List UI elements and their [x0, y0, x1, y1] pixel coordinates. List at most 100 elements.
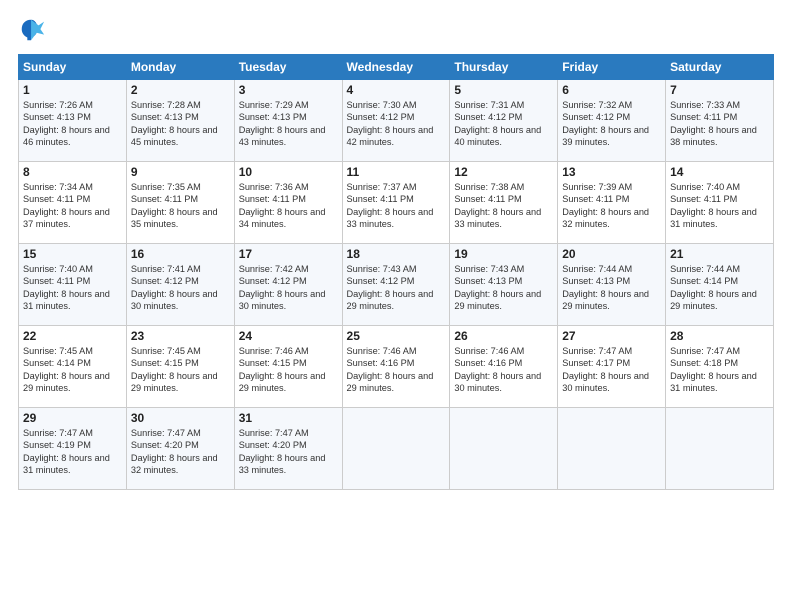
calendar-week-5: 29 Sunrise: 7:47 AMSunset: 4:19 PMDaylig… [19, 408, 774, 490]
calendar-header-row: SundayMondayTuesdayWednesdayThursdayFrid… [19, 55, 774, 80]
calendar-cell: 26 Sunrise: 7:46 AMSunset: 4:16 PMDaylig… [450, 326, 558, 408]
calendar-week-3: 15 Sunrise: 7:40 AMSunset: 4:11 PMDaylig… [19, 244, 774, 326]
col-header-tuesday: Tuesday [234, 55, 342, 80]
calendar-cell: 25 Sunrise: 7:46 AMSunset: 4:16 PMDaylig… [342, 326, 450, 408]
calendar-cell: 10 Sunrise: 7:36 AMSunset: 4:11 PMDaylig… [234, 162, 342, 244]
day-number: 8 [23, 165, 122, 179]
day-number: 14 [670, 165, 769, 179]
day-number: 10 [239, 165, 338, 179]
day-number: 9 [131, 165, 230, 179]
calendar-cell: 11 Sunrise: 7:37 AMSunset: 4:11 PMDaylig… [342, 162, 450, 244]
cell-content: Sunrise: 7:34 AMSunset: 4:11 PMDaylight:… [23, 181, 122, 231]
day-number: 4 [347, 83, 446, 97]
calendar-cell: 22 Sunrise: 7:45 AMSunset: 4:14 PMDaylig… [19, 326, 127, 408]
calendar-table: SundayMondayTuesdayWednesdayThursdayFrid… [18, 54, 774, 490]
day-number: 13 [562, 165, 661, 179]
day-number: 6 [562, 83, 661, 97]
calendar-cell: 7 Sunrise: 7:33 AMSunset: 4:11 PMDayligh… [666, 80, 774, 162]
day-number: 1 [23, 83, 122, 97]
cell-content: Sunrise: 7:46 AMSunset: 4:16 PMDaylight:… [347, 345, 446, 395]
calendar-cell: 5 Sunrise: 7:31 AMSunset: 4:12 PMDayligh… [450, 80, 558, 162]
calendar-cell: 20 Sunrise: 7:44 AMSunset: 4:13 PMDaylig… [558, 244, 666, 326]
cell-content: Sunrise: 7:47 AMSunset: 4:18 PMDaylight:… [670, 345, 769, 395]
cell-content: Sunrise: 7:40 AMSunset: 4:11 PMDaylight:… [23, 263, 122, 313]
day-number: 29 [23, 411, 122, 425]
calendar-week-4: 22 Sunrise: 7:45 AMSunset: 4:14 PMDaylig… [19, 326, 774, 408]
day-number: 16 [131, 247, 230, 261]
day-number: 26 [454, 329, 553, 343]
cell-content: Sunrise: 7:29 AMSunset: 4:13 PMDaylight:… [239, 99, 338, 149]
day-number: 11 [347, 165, 446, 179]
day-number: 20 [562, 247, 661, 261]
calendar-cell: 1 Sunrise: 7:26 AMSunset: 4:13 PMDayligh… [19, 80, 127, 162]
calendar-cell: 16 Sunrise: 7:41 AMSunset: 4:12 PMDaylig… [126, 244, 234, 326]
calendar-cell [558, 408, 666, 490]
calendar-cell: 24 Sunrise: 7:46 AMSunset: 4:15 PMDaylig… [234, 326, 342, 408]
calendar-cell: 23 Sunrise: 7:45 AMSunset: 4:15 PMDaylig… [126, 326, 234, 408]
calendar-cell: 9 Sunrise: 7:35 AMSunset: 4:11 PMDayligh… [126, 162, 234, 244]
page: SundayMondayTuesdayWednesdayThursdayFrid… [0, 0, 792, 612]
calendar-cell: 15 Sunrise: 7:40 AMSunset: 4:11 PMDaylig… [19, 244, 127, 326]
col-header-saturday: Saturday [666, 55, 774, 80]
cell-content: Sunrise: 7:28 AMSunset: 4:13 PMDaylight:… [131, 99, 230, 149]
calendar-cell: 8 Sunrise: 7:34 AMSunset: 4:11 PMDayligh… [19, 162, 127, 244]
day-number: 3 [239, 83, 338, 97]
day-number: 2 [131, 83, 230, 97]
cell-content: Sunrise: 7:47 AMSunset: 4:20 PMDaylight:… [239, 427, 338, 477]
calendar-cell: 6 Sunrise: 7:32 AMSunset: 4:12 PMDayligh… [558, 80, 666, 162]
calendar-cell [666, 408, 774, 490]
calendar-cell: 2 Sunrise: 7:28 AMSunset: 4:13 PMDayligh… [126, 80, 234, 162]
cell-content: Sunrise: 7:47 AMSunset: 4:19 PMDaylight:… [23, 427, 122, 477]
calendar-cell [342, 408, 450, 490]
day-number: 24 [239, 329, 338, 343]
logo [18, 16, 50, 44]
calendar-cell: 12 Sunrise: 7:38 AMSunset: 4:11 PMDaylig… [450, 162, 558, 244]
col-header-friday: Friday [558, 55, 666, 80]
day-number: 15 [23, 247, 122, 261]
day-number: 30 [131, 411, 230, 425]
calendar-cell: 17 Sunrise: 7:42 AMSunset: 4:12 PMDaylig… [234, 244, 342, 326]
cell-content: Sunrise: 7:41 AMSunset: 4:12 PMDaylight:… [131, 263, 230, 313]
calendar-cell: 18 Sunrise: 7:43 AMSunset: 4:12 PMDaylig… [342, 244, 450, 326]
cell-content: Sunrise: 7:44 AMSunset: 4:13 PMDaylight:… [562, 263, 661, 313]
cell-content: Sunrise: 7:45 AMSunset: 4:15 PMDaylight:… [131, 345, 230, 395]
cell-content: Sunrise: 7:39 AMSunset: 4:11 PMDaylight:… [562, 181, 661, 231]
day-number: 18 [347, 247, 446, 261]
day-number: 27 [562, 329, 661, 343]
cell-content: Sunrise: 7:47 AMSunset: 4:20 PMDaylight:… [131, 427, 230, 477]
calendar-cell: 14 Sunrise: 7:40 AMSunset: 4:11 PMDaylig… [666, 162, 774, 244]
calendar-cell: 21 Sunrise: 7:44 AMSunset: 4:14 PMDaylig… [666, 244, 774, 326]
calendar-cell: 4 Sunrise: 7:30 AMSunset: 4:12 PMDayligh… [342, 80, 450, 162]
day-number: 22 [23, 329, 122, 343]
cell-content: Sunrise: 7:44 AMSunset: 4:14 PMDaylight:… [670, 263, 769, 313]
cell-content: Sunrise: 7:36 AMSunset: 4:11 PMDaylight:… [239, 181, 338, 231]
cell-content: Sunrise: 7:40 AMSunset: 4:11 PMDaylight:… [670, 181, 769, 231]
cell-content: Sunrise: 7:33 AMSunset: 4:11 PMDaylight:… [670, 99, 769, 149]
day-number: 31 [239, 411, 338, 425]
calendar-cell: 31 Sunrise: 7:47 AMSunset: 4:20 PMDaylig… [234, 408, 342, 490]
day-number: 7 [670, 83, 769, 97]
day-number: 17 [239, 247, 338, 261]
col-header-monday: Monday [126, 55, 234, 80]
day-number: 19 [454, 247, 553, 261]
cell-content: Sunrise: 7:35 AMSunset: 4:11 PMDaylight:… [131, 181, 230, 231]
cell-content: Sunrise: 7:42 AMSunset: 4:12 PMDaylight:… [239, 263, 338, 313]
logo-icon [18, 16, 46, 44]
day-number: 5 [454, 83, 553, 97]
day-number: 12 [454, 165, 553, 179]
day-number: 23 [131, 329, 230, 343]
calendar-cell: 27 Sunrise: 7:47 AMSunset: 4:17 PMDaylig… [558, 326, 666, 408]
calendar-cell: 29 Sunrise: 7:47 AMSunset: 4:19 PMDaylig… [19, 408, 127, 490]
cell-content: Sunrise: 7:43 AMSunset: 4:12 PMDaylight:… [347, 263, 446, 313]
day-number: 28 [670, 329, 769, 343]
calendar-cell [450, 408, 558, 490]
cell-content: Sunrise: 7:38 AMSunset: 4:11 PMDaylight:… [454, 181, 553, 231]
cell-content: Sunrise: 7:26 AMSunset: 4:13 PMDaylight:… [23, 99, 122, 149]
calendar-cell: 13 Sunrise: 7:39 AMSunset: 4:11 PMDaylig… [558, 162, 666, 244]
calendar-week-1: 1 Sunrise: 7:26 AMSunset: 4:13 PMDayligh… [19, 80, 774, 162]
calendar-week-2: 8 Sunrise: 7:34 AMSunset: 4:11 PMDayligh… [19, 162, 774, 244]
col-header-thursday: Thursday [450, 55, 558, 80]
calendar-cell: 19 Sunrise: 7:43 AMSunset: 4:13 PMDaylig… [450, 244, 558, 326]
cell-content: Sunrise: 7:31 AMSunset: 4:12 PMDaylight:… [454, 99, 553, 149]
day-number: 25 [347, 329, 446, 343]
